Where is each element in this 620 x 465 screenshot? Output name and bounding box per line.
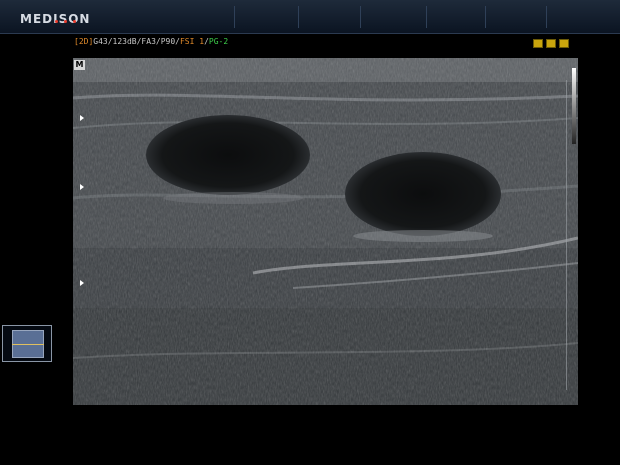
mode-label: [2D] <box>74 37 94 46</box>
probe-marker-line <box>12 344 44 345</box>
focus-line <box>566 80 567 390</box>
battery-icon[interactable] <box>546 39 556 48</box>
warning-icon[interactable] <box>533 39 543 48</box>
pg-label: PG-2 <box>208 37 229 46</box>
logo-dot-2 <box>64 20 67 23</box>
menu-divider <box>485 6 486 28</box>
top-bar: MEDISON <box>0 0 620 34</box>
fsi-label: FSI 1 <box>179 37 205 46</box>
depth-marker-icon <box>80 184 84 190</box>
image-marker-label: M <box>74 60 85 70</box>
settings-label: G43/123dB/FA3/P90/ <box>93 37 180 46</box>
lesion-left <box>146 115 310 195</box>
grayscale-bar <box>572 68 576 144</box>
ultrasound-scan <box>73 58 578 405</box>
depth-marker-icon <box>80 115 84 121</box>
brand-logo-dots <box>55 8 85 23</box>
menu-divider <box>298 6 299 28</box>
menu-divider <box>360 6 361 28</box>
brand-logo: MEDISON <box>20 12 91 26</box>
probe-position-icon[interactable] <box>2 325 52 362</box>
storage-icon[interactable] <box>559 39 569 48</box>
status-icons <box>533 39 569 48</box>
menu-divider <box>234 6 235 28</box>
menu-divider <box>426 6 427 28</box>
lesion-right <box>345 152 501 236</box>
logo-dot-1 <box>55 20 58 23</box>
depth-marker-icon <box>80 280 84 286</box>
logo-dot-3 <box>73 20 76 23</box>
ultrasound-image[interactable] <box>73 58 578 405</box>
menu-divider <box>546 6 547 28</box>
imaging-parameters: [2D]G43/123dB/FA3/P90/FSI 1/PG-2 <box>74 37 228 46</box>
